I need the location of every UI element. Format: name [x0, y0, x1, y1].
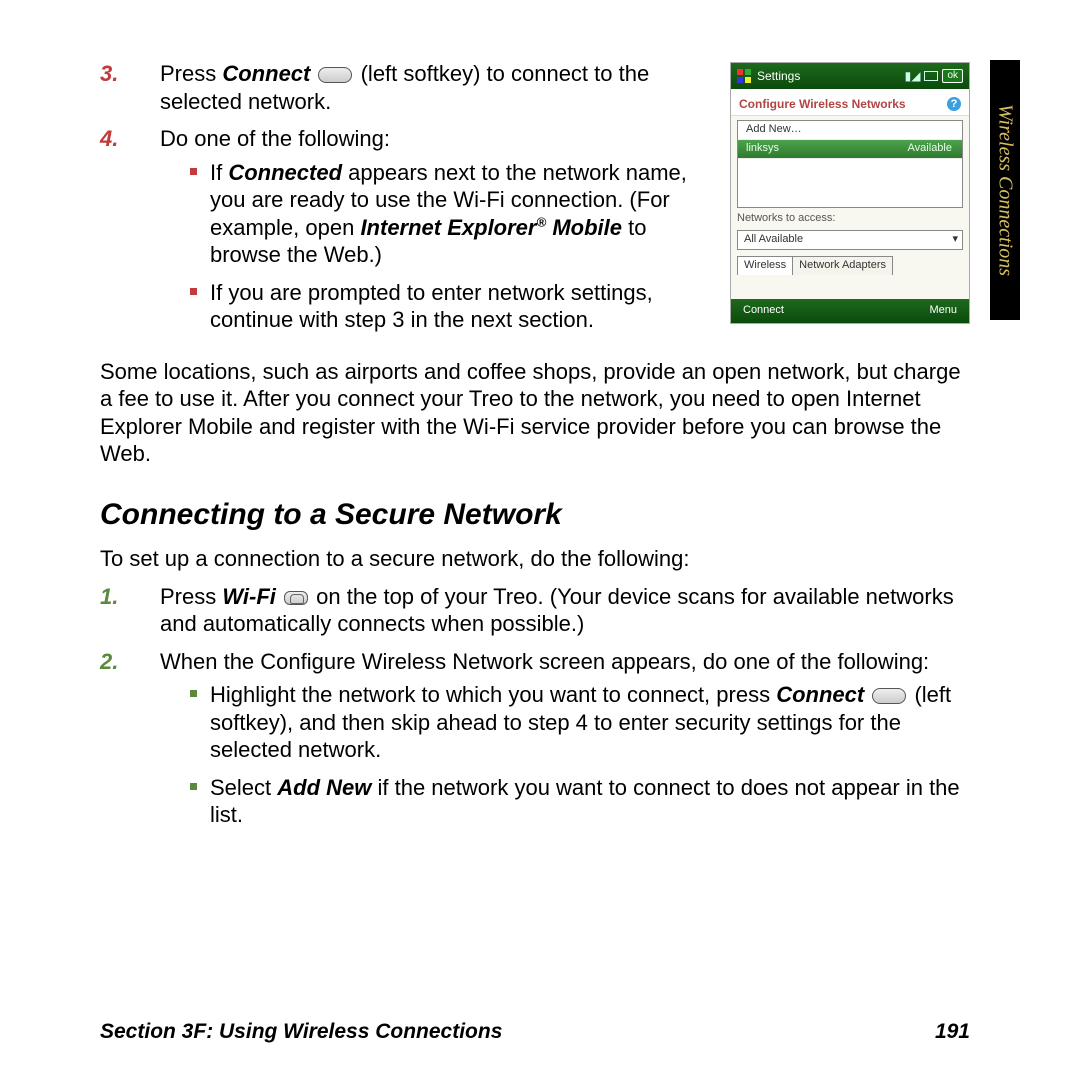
softkey-icon	[318, 67, 352, 83]
shot-title-bar: Settings ▮◢ ok	[731, 63, 969, 89]
secure-step-2: 2. When the Configure Wireless Network s…	[160, 648, 970, 829]
step-4-text: Do one of the following:	[160, 126, 390, 151]
wifi-key-icon	[284, 591, 308, 605]
tab-wireless[interactable]: Wireless	[737, 256, 793, 275]
step-4-bullet-1: If Connected appears next to the network…	[210, 159, 710, 269]
shot-subtitle-bar: Configure Wireless Networks ?	[731, 89, 969, 116]
step-3: 3. Press Connect (left softkey) to conne…	[160, 60, 710, 115]
network-status: Available	[908, 142, 952, 156]
step-3-number: 3.	[100, 60, 118, 88]
softkey-icon	[872, 688, 906, 704]
note-paragraph: Some locations, such as airports and cof…	[100, 358, 970, 468]
side-tab-label: Wireless Connections	[990, 60, 1020, 320]
help-icon[interactable]: ?	[947, 97, 961, 111]
battery-icon	[924, 71, 938, 81]
combo-value: All Available	[744, 233, 803, 247]
list-item-add-new[interactable]: Add New…	[738, 121, 962, 140]
secure-step-2-text: When the Configure Wireless Network scre…	[160, 649, 929, 674]
secure-step-2-bullet-1: Highlight the network to which you want …	[210, 681, 970, 764]
step-3-text: Press Connect (left softkey) to connect …	[160, 61, 649, 114]
windows-icon	[737, 69, 751, 83]
secure-step-2-bullet-2: Select Add New if the network you want t…	[210, 774, 970, 829]
secure-step-1-number: 1.	[100, 583, 118, 611]
secure-step-1-text: Press Wi-Fi on the top of your Treo. (Yo…	[160, 584, 954, 637]
shot-title: Settings	[757, 69, 800, 84]
shot-tabs: Wireless Network Adapters	[737, 256, 963, 275]
shot-subtitle: Configure Wireless Networks	[739, 97, 906, 112]
shot-softkey-bar: Connect Menu	[731, 299, 969, 323]
tab-network-adapters[interactable]: Network Adapters	[792, 256, 893, 275]
secure-step-2-number: 2.	[100, 648, 118, 676]
networks-to-access-label: Networks to access:	[731, 212, 969, 226]
device-screenshot: Settings ▮◢ ok Configure Wireless Networ…	[730, 62, 970, 324]
step-4: 4. Do one of the following: If Connected…	[160, 125, 710, 334]
network-list[interactable]: Add New… linksys Available	[737, 120, 963, 208]
section-intro: To set up a connection to a secure netwo…	[100, 545, 970, 573]
section-heading: Connecting to a Secure Network	[100, 496, 970, 534]
secure-step-1: 1. Press Wi-Fi on the top of your Treo. …	[160, 583, 970, 638]
footer-section: Section 3F: Using Wireless Connections	[100, 1020, 502, 1044]
list-item-selected[interactable]: linksys Available	[738, 140, 962, 159]
chevron-down-icon: ▾	[952, 233, 958, 247]
signal-icon: ▮◢	[905, 69, 921, 84]
network-name: linksys	[746, 142, 779, 156]
step-4-number: 4.	[100, 125, 118, 153]
softkey-right[interactable]: Menu	[929, 304, 957, 318]
networks-access-combo[interactable]: All Available ▾	[737, 230, 963, 250]
ok-button[interactable]: ok	[942, 69, 963, 83]
softkey-left[interactable]: Connect	[743, 304, 784, 318]
step-4-bullet-2: If you are prompted to enter network set…	[210, 279, 710, 334]
footer-page-number: 191	[935, 1020, 970, 1044]
page-footer: Section 3F: Using Wireless Connections 1…	[100, 1020, 970, 1044]
